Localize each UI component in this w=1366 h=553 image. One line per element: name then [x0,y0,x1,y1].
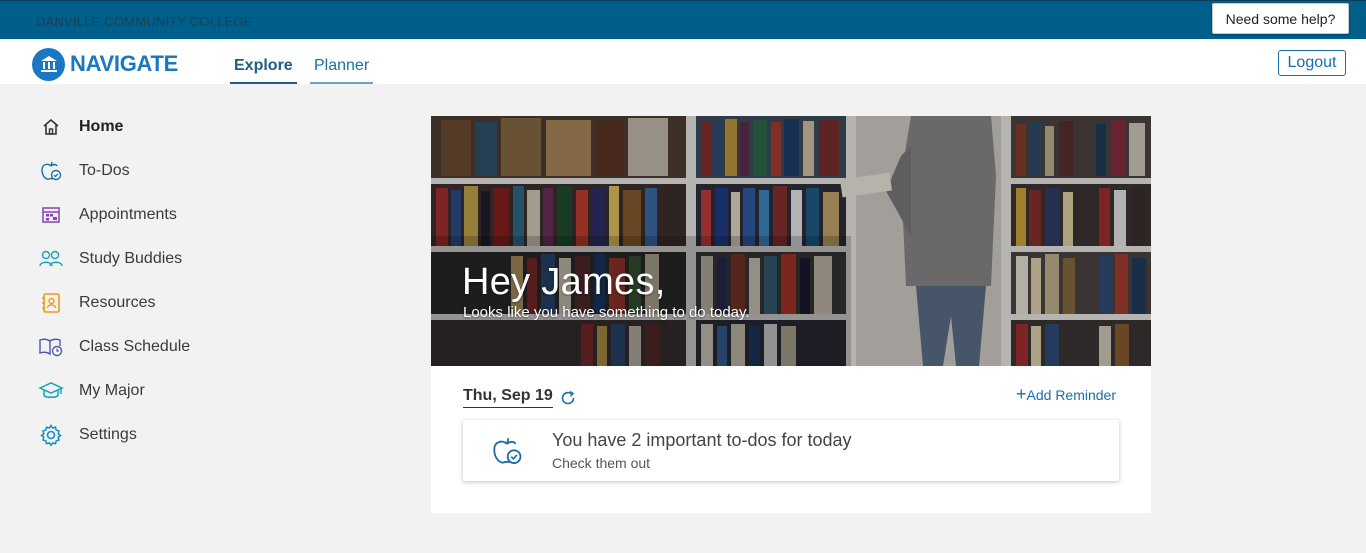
add-reminder-link[interactable]: +Add Reminder [1016,384,1116,405]
sidebar-item-resources[interactable]: Resources [38,288,238,318]
current-date[interactable]: Thu, Sep 19 [463,387,553,408]
navigate-logo-icon [32,47,65,81]
greeting-heading: Hey James, [462,261,666,303]
people-icon [38,246,64,272]
sidebar-item-appointments[interactable]: Appointments [38,200,238,230]
plus-icon: + [1016,384,1027,404]
sidebar-item-label: Resources [79,294,156,311]
book-clock-icon [38,334,64,360]
sidebar-item-settings[interactable]: Settings [38,420,238,450]
card-title: You have 2 important to-dos for today [552,430,852,450]
bookshelf-image [431,116,1151,366]
greeting-subtitle: Looks like you have something to do toda… [463,304,750,321]
logout-button[interactable]: Logout [1278,50,1346,76]
sidebar-item-label: Home [79,118,124,135]
date-row: Thu, Sep 19 [463,387,577,408]
sidebar-item-label: Class Schedule [79,338,191,355]
tab-planner[interactable]: Planner [310,57,374,84]
gear-icon [38,422,64,448]
apple-check-icon [38,158,64,184]
need-help-button[interactable]: Need some help? [1212,3,1349,34]
add-reminder-label: Add Reminder [1026,387,1117,403]
sidebar-item-todos[interactable]: To-Dos [38,156,238,186]
college-name: DANVILLE COMMUNITY COLLEGE [36,14,253,29]
apple-check-icon [490,434,524,468]
sidebar-item-label: My Major [79,382,145,399]
sidebar-item-label: Appointments [79,206,177,223]
todo-summary-card[interactable]: You have 2 important to-dos for today Ch… [463,420,1119,481]
logo-text: NAVIGATE [70,51,179,76]
top-bar: DANVILLE COMMUNITY COLLEGE Need some hel… [0,0,1366,39]
refresh-icon[interactable] [559,389,577,407]
sidebar-item-label: To-Dos [79,162,130,179]
sidebar-item-class-schedule[interactable]: Class Schedule [38,332,238,362]
hero-banner: Hey James, Looks like you have something… [431,116,1151,366]
home-icon [38,114,64,140]
main-content: Hey James, Looks like you have something… [431,116,1151,513]
tab-explore[interactable]: Explore [230,57,297,84]
sidebar-item-my-major[interactable]: My Major [38,376,238,406]
sidebar-item-study-buddies[interactable]: Study Buddies [38,244,238,274]
contact-book-icon [38,290,64,316]
calendar-icon [38,202,64,228]
sidebar-item-home[interactable]: Home [38,112,238,142]
main-header: NAVIGATE Explore Planner Logout [0,39,1366,84]
sidebar-item-label: Settings [79,426,137,443]
card-subtitle[interactable]: Check them out [552,455,650,471]
navigate-logo[interactable]: NAVIGATE [32,47,178,81]
sidebar-item-label: Study Buddies [79,250,183,267]
graduation-cap-icon [38,378,64,404]
